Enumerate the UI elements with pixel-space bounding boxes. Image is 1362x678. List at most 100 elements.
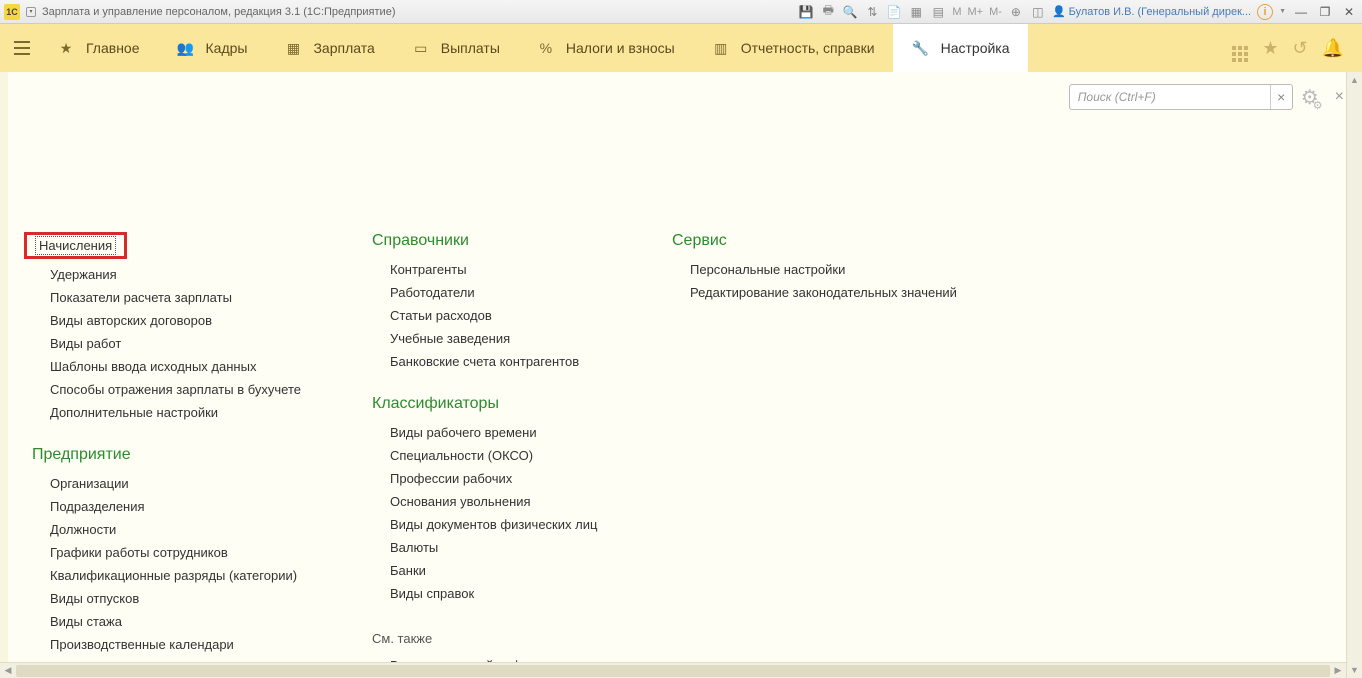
nav-link[interactable]: Виды стажа bbox=[50, 614, 122, 629]
nav-link[interactable]: Виды справок bbox=[390, 586, 474, 601]
bell-icon[interactable]: 🔔 bbox=[1322, 38, 1344, 59]
left-rail bbox=[0, 72, 8, 662]
search-box: × bbox=[1069, 84, 1293, 110]
list-item: Квалификационные разряды (категории) bbox=[50, 568, 320, 583]
highlighted-link-nachisleniya: Начисления bbox=[24, 232, 127, 259]
nav-link[interactable]: Должности bbox=[50, 522, 116, 537]
nav-link[interactable]: Виды рабочего времени bbox=[390, 425, 537, 440]
people-icon: 👥 bbox=[176, 38, 196, 58]
nav-link[interactable]: Работодатели bbox=[390, 285, 475, 300]
nav-link[interactable]: Способы отражения зарплаты в бухучете bbox=[50, 382, 301, 397]
menu-label: Кадры bbox=[206, 40, 248, 56]
nav-link[interactable]: Графики работы сотрудников bbox=[50, 545, 228, 560]
list-item: Специальности (ОКСО) bbox=[390, 448, 620, 463]
nav-link[interactable]: Основания увольнения bbox=[390, 494, 531, 509]
list-item: Подразделения bbox=[50, 499, 320, 514]
nav-link[interactable]: Шаблоны ввода исходных данных bbox=[50, 359, 256, 374]
nav-link[interactable]: Контрагенты bbox=[390, 262, 467, 277]
link-nachisleniya[interactable]: Начисления bbox=[39, 238, 112, 253]
list-item: Виды стажа bbox=[50, 614, 320, 629]
column-1: Начисления Удержания Показатели расчета з… bbox=[20, 132, 320, 678]
nav-link[interactable]: Учебные заведения bbox=[390, 331, 510, 346]
scroll-left-button[interactable]: ◀ bbox=[0, 663, 16, 678]
close-panel-button[interactable]: × bbox=[1335, 88, 1344, 106]
minimize-button[interactable]: — bbox=[1292, 3, 1310, 21]
wrench-icon: 🔧 bbox=[911, 38, 931, 58]
system-menu-dropdown-icon[interactable]: ▾ bbox=[26, 7, 36, 17]
menu-vyplaty[interactable]: ▭ Выплаты bbox=[393, 24, 518, 72]
settings-gear-icon[interactable]: ⚙⚙ bbox=[1301, 85, 1319, 110]
nav-link[interactable]: Показатели расчета зарплаты bbox=[50, 290, 232, 305]
link-list-klassifikatory: Виды рабочего времени Специальности (ОКСО… bbox=[360, 425, 620, 601]
menu-nalogi[interactable]: % Налоги и взносы bbox=[518, 24, 693, 72]
scroll-down-button[interactable]: ▼ bbox=[1347, 662, 1362, 678]
compare-icon[interactable]: ⇅ bbox=[864, 4, 880, 20]
menu-zarplata[interactable]: ▦ Зарплата bbox=[265, 24, 392, 72]
restore-button[interactable]: ❐ bbox=[1316, 3, 1334, 21]
memory-mminus[interactable]: M- bbox=[989, 6, 1002, 18]
scroll-track-h[interactable] bbox=[16, 665, 1330, 677]
nav-link[interactable]: Валюты bbox=[390, 540, 438, 555]
menu-nastroika[interactable]: 🔧 Настройка bbox=[893, 24, 1028, 72]
list-item: Виды рабочего времени bbox=[390, 425, 620, 440]
nav-link[interactable]: Удержания bbox=[50, 267, 117, 282]
list-item: Способы отражения зарплаты в бухучете bbox=[50, 382, 320, 397]
nav-link[interactable]: Производственные календари bbox=[50, 637, 234, 652]
nav-link[interactable]: Дополнительные настройки bbox=[50, 405, 218, 420]
list-item: Статьи расходов bbox=[390, 308, 620, 323]
nav-link[interactable]: Банковские счета контрагентов bbox=[390, 354, 579, 369]
favorite-star-icon[interactable]: ★ bbox=[1262, 38, 1278, 59]
user-menu[interactable]: 👤 Булатов И.В. (Генеральный дирек... bbox=[1052, 5, 1251, 18]
close-button[interactable]: ✕ bbox=[1340, 3, 1358, 21]
settings-columns: Начисления Удержания Показатели расчета з… bbox=[20, 132, 1342, 678]
nav-link[interactable]: Подразделения bbox=[50, 499, 145, 514]
info-icon[interactable]: i bbox=[1257, 4, 1273, 20]
scroll-right-button[interactable]: ▶ bbox=[1330, 663, 1346, 678]
zoom-icon[interactable]: ⊕ bbox=[1008, 4, 1024, 20]
panel-icon[interactable]: ◫ bbox=[1030, 4, 1046, 20]
list-item: Должности bbox=[50, 522, 320, 537]
nav-link[interactable]: Виды авторских договоров bbox=[50, 313, 212, 328]
nav-link[interactable]: Банки bbox=[390, 563, 426, 578]
menu-right-tools: ★ ↺ 🔔 bbox=[1232, 24, 1362, 72]
search-clear-button[interactable]: × bbox=[1270, 85, 1292, 109]
content-toolbar: × ⚙⚙ × bbox=[1069, 84, 1344, 110]
history-icon[interactable]: ↺ bbox=[1292, 38, 1307, 59]
link-list-spravochniki: Контрагенты Работодатели Статьи расходов Уч… bbox=[360, 262, 620, 369]
calculator-icon[interactable]: ▤ bbox=[930, 4, 946, 20]
nav-link[interactable]: Квалификационные разряды (категории) bbox=[50, 568, 297, 583]
column-2: Справочники КонтрагентыРаботодателиСтать… bbox=[360, 132, 620, 678]
group-title-servis: Сервис bbox=[660, 232, 980, 250]
print-icon[interactable]: 🖶 bbox=[820, 4, 836, 20]
menu-main[interactable]: ★ Главное bbox=[38, 24, 158, 72]
apps-grid-icon[interactable] bbox=[1232, 34, 1248, 62]
nav-link[interactable]: Виды документов физических лиц bbox=[390, 517, 597, 532]
list-item: Банковские счета контрагентов bbox=[390, 354, 620, 369]
nav-link[interactable]: Специальности (ОКСО) bbox=[390, 448, 533, 463]
info-dropdown-icon[interactable]: ▼ bbox=[1279, 8, 1286, 15]
memory-mplus[interactable]: M+ bbox=[968, 6, 984, 18]
search-input[interactable] bbox=[1070, 90, 1270, 104]
preview-icon[interactable]: 🔍 bbox=[842, 4, 858, 20]
nav-link[interactable]: Персональные настройки bbox=[690, 262, 845, 277]
save-icon[interactable]: 💾 bbox=[798, 4, 814, 20]
nav-link[interactable]: Организации bbox=[50, 476, 129, 491]
scroll-up-button[interactable]: ▲ bbox=[1347, 72, 1362, 88]
list-item: Контрагенты bbox=[390, 262, 620, 277]
menu-otchetnost[interactable]: ▥ Отчетность, справки bbox=[693, 24, 893, 72]
wallet-icon: ▭ bbox=[411, 38, 431, 58]
nav-link[interactable]: Виды работ bbox=[50, 336, 121, 351]
nav-link[interactable]: Профессии рабочих bbox=[390, 471, 512, 486]
nav-link[interactable]: Редактирование законодательных значений bbox=[690, 285, 957, 300]
burger-menu-icon[interactable] bbox=[6, 24, 38, 72]
menu-kadry[interactable]: 👥 Кадры bbox=[158, 24, 266, 72]
list-item: Валюты bbox=[390, 540, 620, 555]
group-title-klassifikatory: Классификаторы bbox=[360, 395, 620, 413]
memory-m[interactable]: M bbox=[952, 6, 961, 18]
nav-link[interactable]: Виды отпусков bbox=[50, 591, 139, 606]
scroll-thumb-h[interactable] bbox=[16, 665, 1330, 677]
nav-link[interactable]: Статьи расходов bbox=[390, 308, 492, 323]
calendar-icon[interactable]: ▦ bbox=[908, 4, 924, 20]
main-menu: ★ Главное 👥 Кадры ▦ Зарплата ▭ Выплаты %… bbox=[0, 24, 1362, 72]
copy-icon[interactable]: 📄 bbox=[886, 4, 902, 20]
